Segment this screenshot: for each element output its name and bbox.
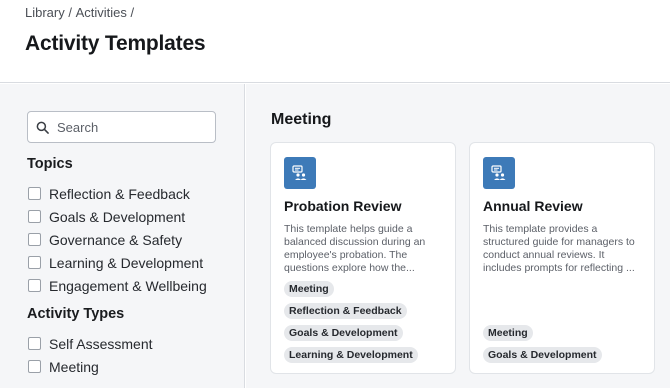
search-icon [36, 121, 49, 134]
topic-filter-learning-development[interactable]: Learning & Development [28, 251, 207, 274]
filter-label: Learning & Development [49, 254, 204, 271]
breadcrumb-separator: / [126, 5, 138, 20]
template-card-annual-review[interactable]: Annual Review This template provides a s… [469, 142, 655, 374]
filter-label: Reflection & Feedback [49, 185, 190, 202]
templates-panel: Meeting Probation Review This template h… [246, 84, 670, 388]
tag-badge: Learning & Development [284, 347, 418, 363]
filter-sidebar: Topics Reflection & Feedback Goals & Dev… [0, 84, 245, 388]
card-tags: Meeting Reflection & Feedback Goals & De… [284, 281, 418, 363]
card-description: This template provides a structured guid… [483, 223, 635, 274]
search-box[interactable] [27, 111, 216, 143]
breadcrumb-activities-link[interactable]: Activities [76, 5, 127, 20]
topics-filter-list: Reflection & Feedback Goals & Developmen… [28, 182, 207, 297]
breadcrumb-separator: / [64, 5, 76, 20]
checkbox[interactable] [28, 233, 41, 246]
tag-badge: Reflection & Feedback [284, 303, 407, 319]
template-card-probation-review[interactable]: Probation Review This template helps gui… [270, 142, 456, 374]
topic-filter-reflection-feedback[interactable]: Reflection & Feedback [28, 182, 207, 205]
checkbox[interactable] [28, 210, 41, 223]
activity-types-filter-list: Self Assessment Meeting [28, 332, 153, 378]
filter-label: Self Assessment [49, 335, 153, 352]
card-title: Annual Review [483, 198, 583, 214]
activity-type-filter-meeting[interactable]: Meeting [28, 355, 153, 378]
tag-badge: Meeting [483, 325, 533, 341]
activity-types-heading: Activity Types [27, 306, 125, 322]
tag-badge: Meeting [284, 281, 334, 297]
filter-label: Meeting [49, 358, 99, 375]
checkbox[interactable] [28, 360, 41, 373]
filter-label: Engagement & Wellbeing [49, 277, 207, 294]
card-tags: Meeting Goals & Development [483, 325, 602, 363]
breadcrumb-library-link[interactable]: Library [25, 5, 65, 20]
search-input[interactable] [57, 119, 207, 135]
activity-type-filter-self-assessment[interactable]: Self Assessment [28, 332, 153, 355]
topics-heading: Topics [27, 156, 73, 172]
checkbox[interactable] [28, 337, 41, 350]
page-header: Library / Activities / Activity Template… [0, 0, 670, 83]
topic-filter-governance-safety[interactable]: Governance & Safety [28, 228, 207, 251]
breadcrumb: Library / Activities / [25, 5, 138, 20]
checkbox[interactable] [28, 187, 41, 200]
section-title: Meeting [271, 111, 332, 128]
page-title: Activity Templates [25, 32, 206, 55]
meeting-template-icon [483, 157, 515, 189]
checkbox[interactable] [28, 279, 41, 292]
tag-badge: Goals & Development [483, 347, 602, 363]
meeting-template-icon [284, 157, 316, 189]
filter-label: Governance & Safety [49, 231, 183, 248]
filter-label: Goals & Development [49, 208, 186, 225]
card-description: This template helps guide a balanced dis… [284, 223, 426, 274]
topic-filter-goals-development[interactable]: Goals & Development [28, 205, 207, 228]
checkbox[interactable] [28, 256, 41, 269]
topic-filter-engagement-wellbeing[interactable]: Engagement & Wellbeing [28, 274, 207, 297]
card-title: Probation Review [284, 198, 402, 214]
tag-badge: Goals & Development [284, 325, 403, 341]
